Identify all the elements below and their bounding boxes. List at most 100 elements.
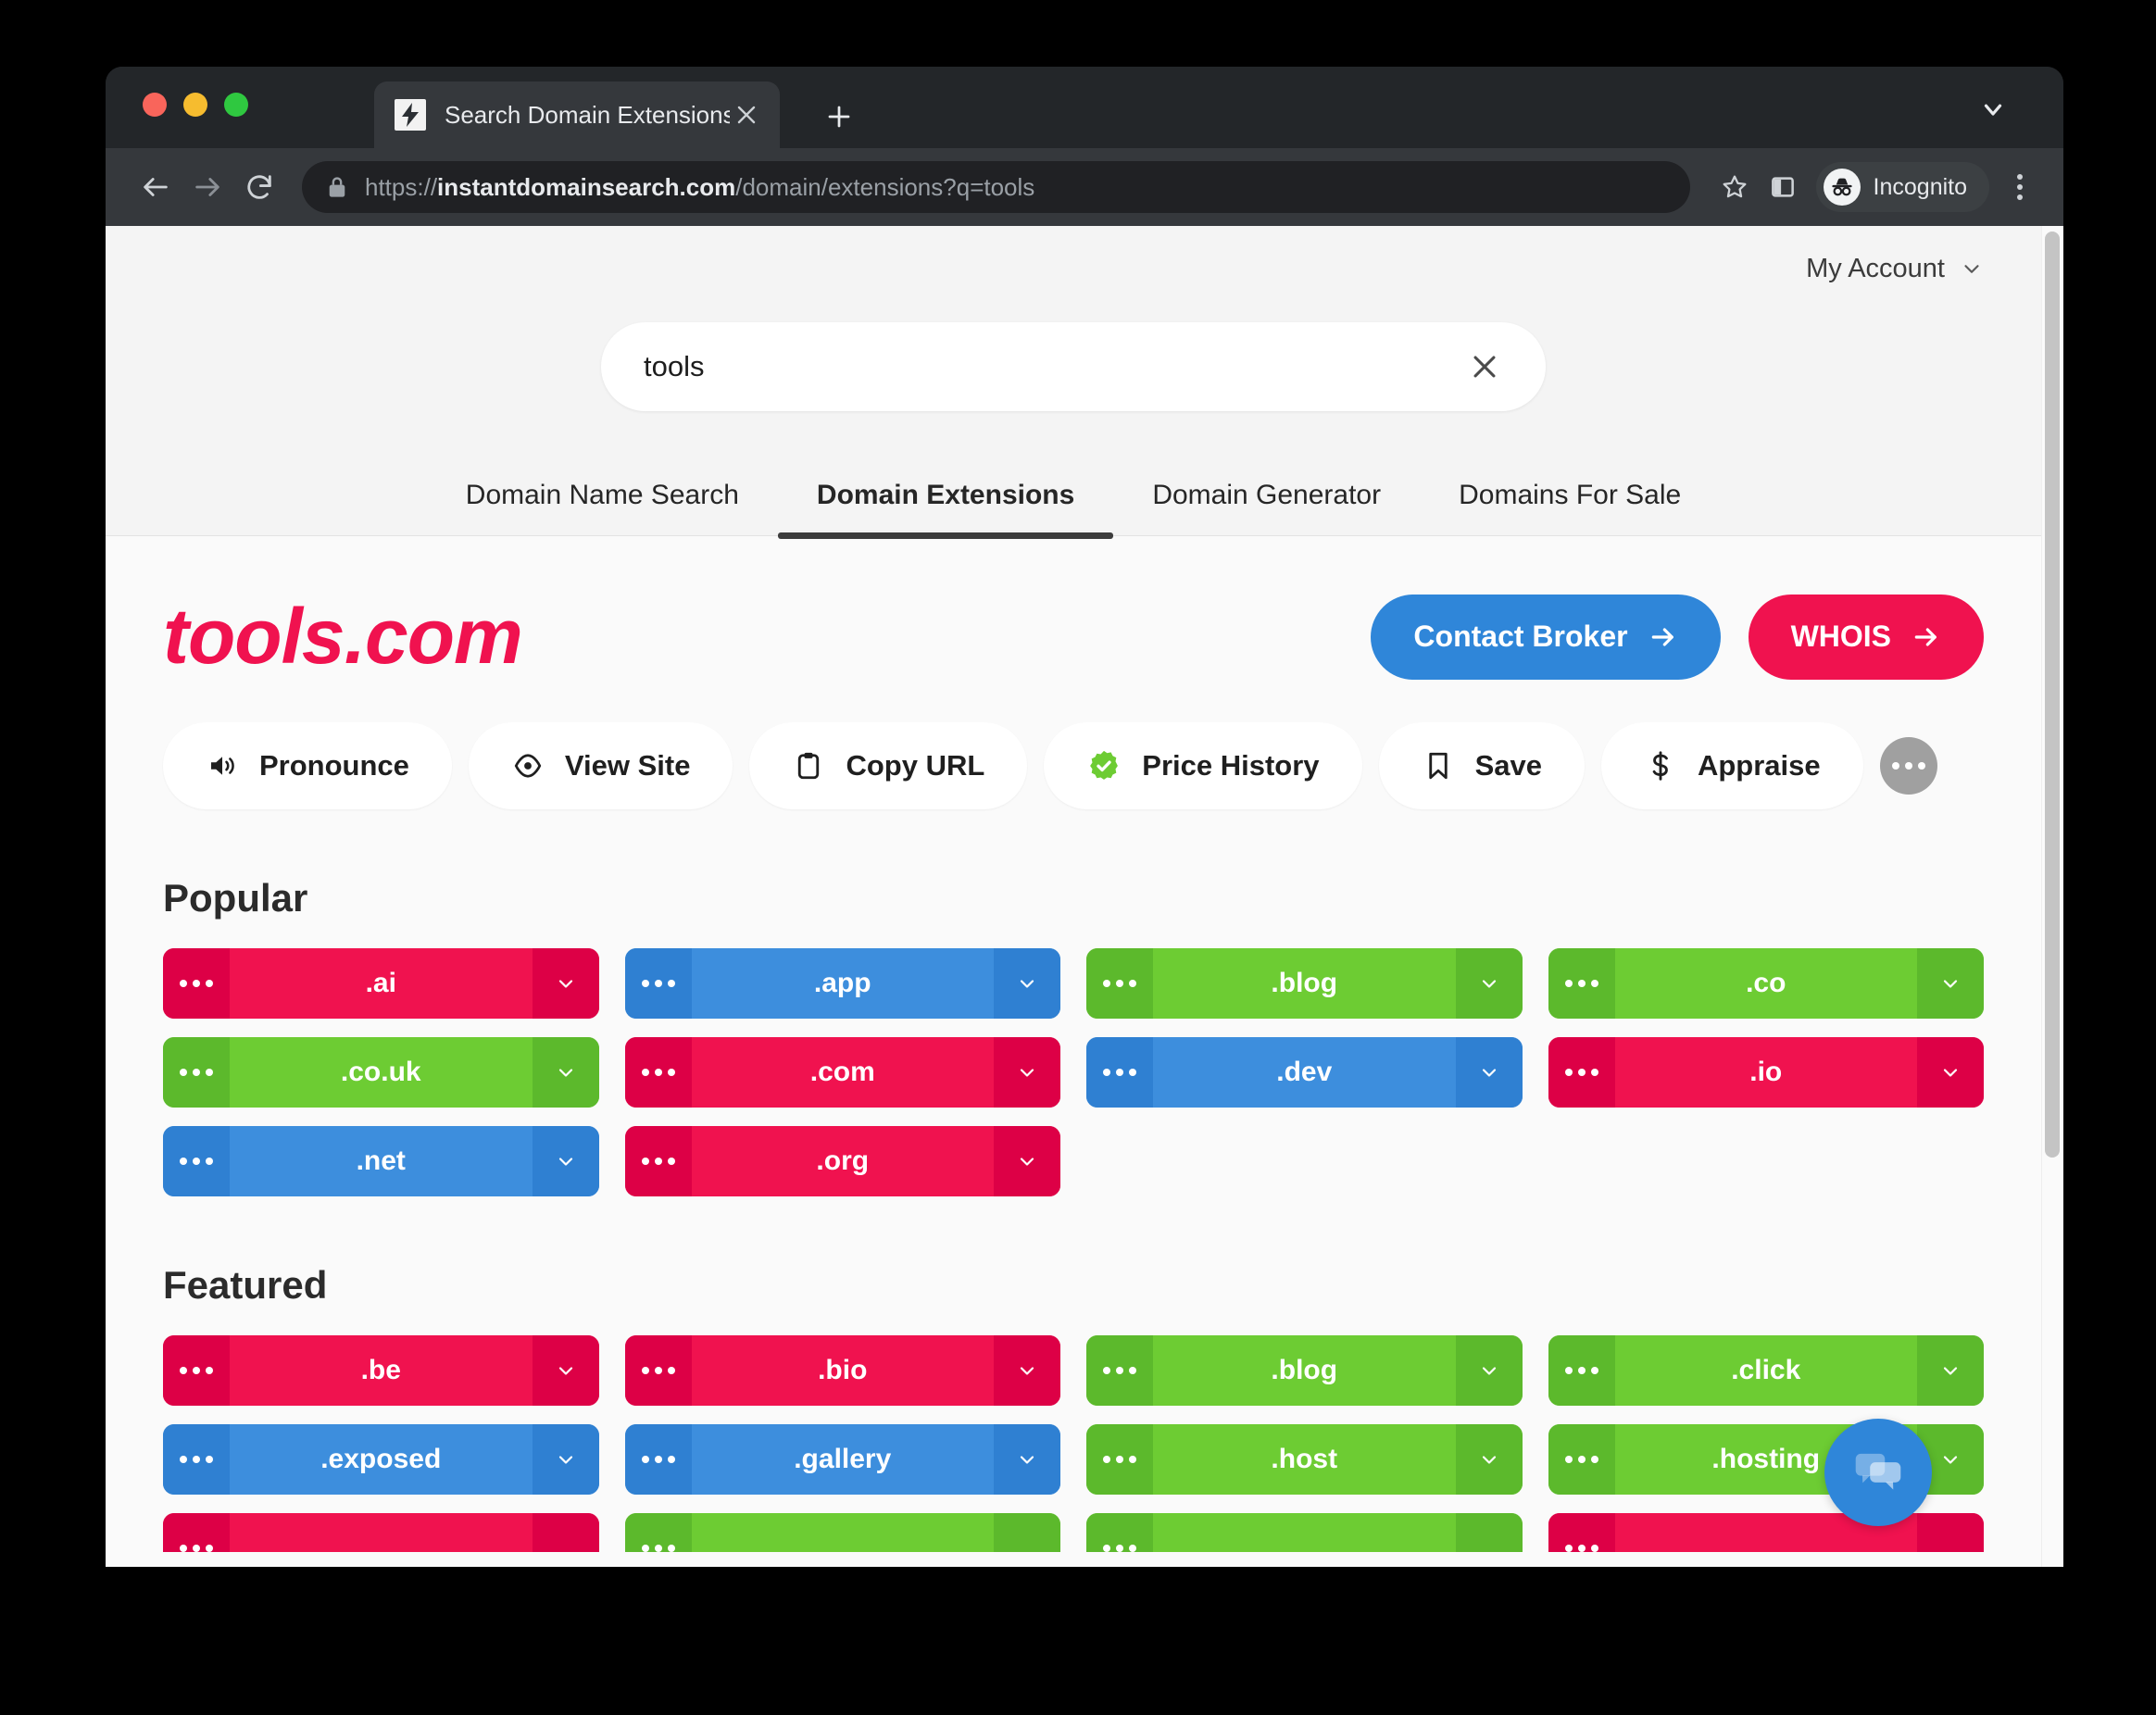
view-site-button[interactable]: View Site (468, 722, 733, 809)
extension-pill-blog[interactable]: .blog (1086, 948, 1523, 1019)
tab-domain-name-search[interactable]: Domain Name Search (427, 480, 778, 535)
ellipsis-icon[interactable] (1548, 948, 1615, 1019)
browser-tab[interactable]: Search Domain Extensions (374, 81, 780, 148)
chevron-down-icon[interactable] (1455, 948, 1523, 1019)
search-input[interactable]: tools (601, 322, 1546, 411)
scrollbar-thumb[interactable] (2045, 232, 2060, 1158)
reload-icon[interactable] (233, 161, 285, 213)
extension-pill-partial[interactable] (1086, 1513, 1523, 1552)
chevron-down-icon[interactable] (994, 1424, 1060, 1495)
extension-pill-dev[interactable]: .dev (1086, 1037, 1523, 1108)
chevron-down-icon[interactable] (1917, 1335, 1984, 1406)
chevron-down-icon[interactable] (1917, 948, 1984, 1019)
ellipsis-icon[interactable] (163, 1513, 230, 1552)
tab-domains-for-sale[interactable]: Domains For Sale (1420, 480, 1720, 535)
side-panel-icon[interactable] (1759, 163, 1807, 211)
chevron-down-icon[interactable] (994, 948, 1060, 1019)
extension-pill-bio[interactable]: .bio (624, 1335, 1060, 1406)
extension-pill-host[interactable]: .host (1086, 1424, 1523, 1495)
extension-pill-couk[interactable]: .co.uk (163, 1037, 599, 1108)
chevron-down-icon[interactable] (1455, 1037, 1523, 1108)
ellipsis-icon[interactable] (624, 1037, 692, 1108)
chevron-down-icon[interactable] (994, 1037, 1060, 1108)
chevron-down-icon[interactable] (532, 1424, 599, 1495)
kebab-menu-icon[interactable] (1997, 163, 2043, 211)
my-account-menu[interactable]: My Account (1806, 254, 1984, 284)
extension-pill-net[interactable]: .net (163, 1126, 599, 1196)
ellipsis-icon[interactable] (624, 948, 692, 1019)
extension-pill-io[interactable]: .io (1548, 1037, 1984, 1108)
maximize-window-button[interactable] (224, 93, 248, 117)
page-scrollbar[interactable] (2041, 226, 2063, 1567)
tab-domain-extensions[interactable]: Domain Extensions (777, 480, 1114, 539)
chevron-down-icon[interactable] (532, 1335, 599, 1406)
chevron-down-icon[interactable] (994, 1335, 1060, 1406)
ellipsis-icon[interactable] (163, 1126, 230, 1196)
ellipsis-icon[interactable] (624, 1335, 692, 1406)
arrow-left-icon[interactable] (130, 161, 182, 213)
extension-pill-org[interactable]: .org (624, 1126, 1060, 1196)
tab-domain-generator[interactable]: Domain Generator (1113, 480, 1420, 535)
minimize-window-button[interactable] (183, 93, 207, 117)
extension-pill-blog-featured[interactable]: .blog (1086, 1335, 1523, 1406)
copy-url-label: Copy URL (846, 749, 985, 782)
ellipsis-icon[interactable] (1548, 1335, 1615, 1406)
ellipsis-icon[interactable] (163, 948, 230, 1019)
ellipsis-icon[interactable] (163, 1424, 230, 1495)
new-tab-button[interactable] (819, 96, 859, 137)
lightning-bolt-icon (395, 99, 426, 131)
close-window-button[interactable] (143, 93, 167, 117)
extension-pill-partial[interactable] (163, 1513, 599, 1552)
price-history-button[interactable]: Price History (1044, 722, 1362, 809)
pronounce-button[interactable]: Pronounce (163, 722, 452, 809)
ellipsis-icon[interactable] (1086, 1424, 1153, 1495)
address-bar[interactable]: https://instantdomainsearch.com/domain/e… (302, 161, 1690, 213)
appraise-button[interactable]: Appraise (1600, 722, 1863, 809)
chevron-down-icon[interactable] (994, 1126, 1060, 1196)
close-icon[interactable] (730, 98, 763, 131)
ellipsis-icon[interactable] (624, 1513, 692, 1552)
chevron-down-icon[interactable] (1455, 1335, 1523, 1406)
ellipsis-icon[interactable] (163, 1037, 230, 1108)
extension-pill-exposed[interactable]: .exposed (163, 1424, 599, 1495)
ellipsis-icon[interactable] (1548, 1513, 1615, 1552)
extension-pill-ai[interactable]: .ai (163, 948, 599, 1019)
extension-pill-co[interactable]: .co (1548, 948, 1984, 1019)
copy-url-button[interactable]: Copy URL (749, 722, 1028, 809)
chevron-down-icon[interactable] (1974, 91, 2012, 128)
ellipsis-icon[interactable] (1879, 737, 1937, 795)
contact-broker-button[interactable]: Contact Broker (1371, 594, 1721, 680)
ellipsis-icon[interactable] (1086, 1037, 1153, 1108)
ellipsis-icon[interactable] (1548, 1424, 1615, 1495)
ellipsis-icon[interactable] (1086, 1335, 1153, 1406)
clear-search-button[interactable] (1460, 343, 1509, 391)
extension-pill-be[interactable]: .be (163, 1335, 599, 1406)
extension-pill-partial[interactable] (624, 1513, 1060, 1552)
whois-button[interactable]: WHOIS (1748, 594, 1984, 680)
chevron-down-icon[interactable] (532, 948, 599, 1019)
chevron-down-icon[interactable] (1917, 1513, 1984, 1552)
chevron-down-icon[interactable] (532, 1513, 599, 1552)
chat-bubbles-icon[interactable] (1824, 1419, 1932, 1526)
chevron-down-icon[interactable] (1455, 1424, 1523, 1495)
ellipsis-icon[interactable] (624, 1126, 692, 1196)
chevron-down-icon[interactable] (1455, 1513, 1523, 1552)
chevron-down-icon[interactable] (532, 1126, 599, 1196)
profile-button[interactable]: Incognito (1815, 162, 1989, 212)
extension-pill-app[interactable]: .app (624, 948, 1060, 1019)
ellipsis-icon[interactable] (1086, 948, 1153, 1019)
ellipsis-icon[interactable] (163, 1335, 230, 1406)
extension-pill-com[interactable]: .com (624, 1037, 1060, 1108)
ellipsis-icon[interactable] (1086, 1513, 1153, 1552)
star-icon[interactable] (1711, 163, 1759, 211)
chevron-down-icon[interactable] (1917, 1037, 1984, 1108)
extension-pill-gallery[interactable]: .gallery (624, 1424, 1060, 1495)
save-button[interactable]: Save (1378, 722, 1585, 809)
chevron-down-icon[interactable] (532, 1037, 599, 1108)
chevron-down-icon[interactable] (994, 1513, 1060, 1552)
ellipsis-icon[interactable] (624, 1424, 692, 1495)
ellipsis-icon[interactable] (1548, 1037, 1615, 1108)
extension-pill-partial[interactable] (1548, 1513, 1984, 1552)
extension-pill-click[interactable]: .click (1548, 1335, 1984, 1406)
arrow-right-icon[interactable] (182, 161, 233, 213)
